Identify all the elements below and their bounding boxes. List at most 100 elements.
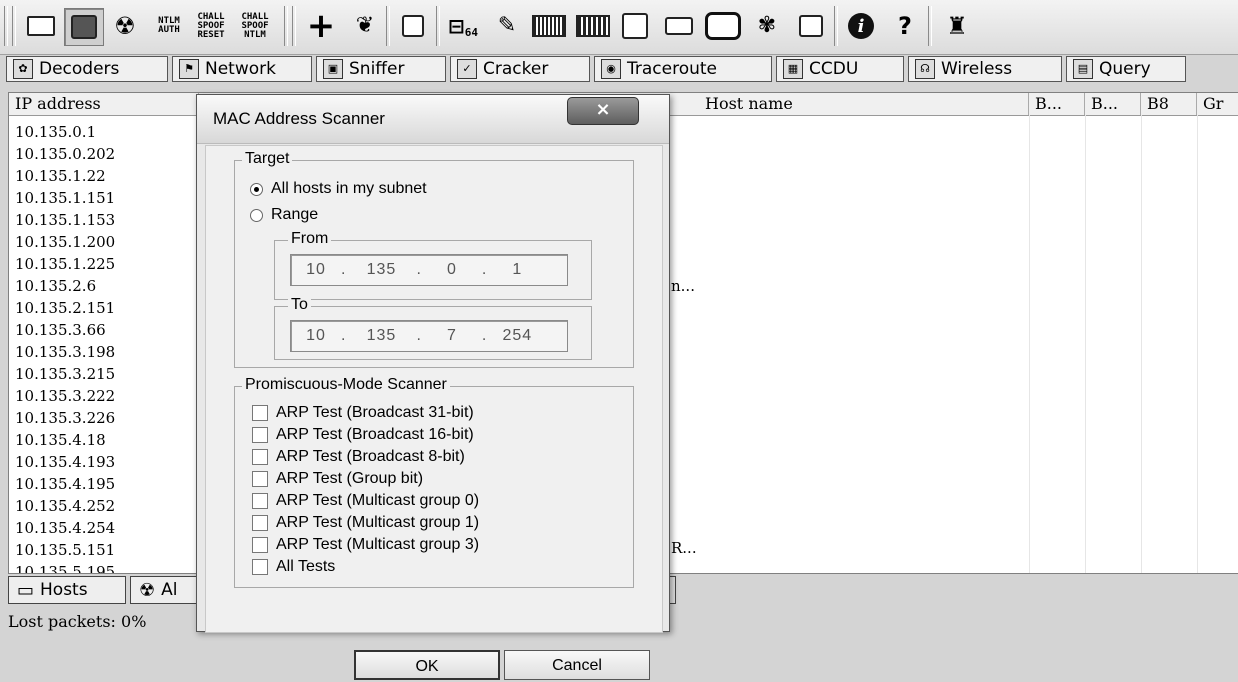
toolbar-separator	[284, 6, 288, 46]
host-name-partial: R...	[671, 539, 697, 557]
table-row[interactable]: 10.135.4.18	[9, 429, 115, 451]
tab-apr[interactable]: ☢ Al	[130, 576, 200, 604]
sniffer-icon[interactable]	[64, 8, 104, 46]
sniffer-tab-icon: ▣	[323, 59, 343, 79]
table-row[interactable]: 10.135.1.151	[9, 187, 115, 209]
table-row[interactable]: 10.135.5.195	[9, 561, 115, 573]
key-icon[interactable]	[792, 8, 830, 44]
wireless-tool-icon[interactable]: ✾	[748, 8, 786, 44]
table-row[interactable]: 10.135.3.66	[9, 319, 115, 341]
close-button[interactable]: ×	[567, 97, 639, 125]
tab-decoders[interactable]: ✿ Decoders	[6, 56, 168, 82]
chall-spoof-reset-icon[interactable]: CHALL SPOOF RESET	[192, 8, 230, 44]
table-row[interactable]: 10.135.3.198	[9, 341, 115, 363]
checkbox[interactable]	[252, 449, 268, 465]
tab-ccdu[interactable]: ▦ CCDU	[776, 56, 904, 82]
table-row[interactable]: 10.135.2.6	[9, 275, 115, 297]
test-checkbox-item[interactable]: ARP Test (Group bit)	[252, 470, 423, 488]
tab-label: Query	[1099, 59, 1151, 79]
tab-wireless[interactable]: ☊ Wireless	[908, 56, 1062, 82]
test-checkbox-item[interactable]: ARP Test (Broadcast 16-bit)	[252, 426, 474, 444]
tab-traceroute[interactable]: ◉ Traceroute	[594, 56, 772, 82]
tab-sniffer[interactable]: ▣ Sniffer	[316, 56, 446, 82]
tab-hosts[interactable]: ▭ Hosts	[8, 576, 126, 604]
reset-label: RESET	[197, 29, 225, 40]
table-row[interactable]: 10.135.0.202	[9, 143, 115, 165]
test-checkbox-item[interactable]: ARP Test (Multicast group 3)	[252, 536, 479, 554]
chall-spoof-ntlm-icon[interactable]: CHALL SPOOF NTLM	[236, 8, 274, 44]
folder-open-icon[interactable]	[22, 8, 60, 44]
base64-icon[interactable]: ⊟ 64	[444, 8, 482, 44]
checkbox[interactable]	[252, 427, 268, 443]
tab-label: CCDU	[809, 59, 859, 79]
column-ip-address[interactable]: IP address	[9, 93, 199, 115]
column-b1[interactable]: B...	[1029, 93, 1085, 115]
certificate-icon[interactable]: ❦	[346, 8, 384, 44]
to-ip-field[interactable]: 10. 135. 7. 254	[290, 320, 568, 352]
checkbox[interactable]	[252, 537, 268, 553]
dialog-titlebar[interactable]: MAC Address Scanner ×	[197, 95, 669, 144]
certificate-collector-icon[interactable]: ✎	[488, 8, 526, 44]
table-row[interactable]: 10.135.4.193	[9, 451, 115, 473]
table-row[interactable]: 10.135.4.252	[9, 495, 115, 517]
column-b8[interactable]: B8	[1141, 93, 1197, 115]
tab-query[interactable]: ▤ Query	[1066, 56, 1186, 82]
table-row[interactable]: 10.135.3.226	[9, 407, 115, 429]
checkbox[interactable]	[252, 405, 268, 421]
table-row[interactable]: 10.135.2.151	[9, 297, 115, 319]
checkbox[interactable]	[252, 493, 268, 509]
help-icon[interactable]: ?	[886, 8, 924, 44]
info-icon[interactable]: i	[842, 8, 880, 44]
test-checkbox-item[interactable]: ARP Test (Multicast group 1)	[252, 514, 479, 532]
nc-icon[interactable]	[616, 8, 654, 44]
column-gr[interactable]: Gr	[1197, 93, 1238, 115]
radio-button[interactable]	[250, 208, 263, 222]
test-checkbox-item[interactable]: ARP Test (Multicast group 0)	[252, 492, 479, 510]
card-reader-icon[interactable]	[660, 8, 698, 44]
table-row[interactable]: 10.135.1.225	[9, 253, 115, 275]
network-card-icon[interactable]	[394, 8, 432, 44]
checkbox[interactable]	[252, 471, 268, 487]
rounded-rect-icon[interactable]	[704, 8, 742, 44]
radio-all-hosts[interactable]: All hosts in my subnet	[250, 180, 427, 198]
table-row[interactable]: 10.135.1.22	[9, 165, 115, 187]
checkbox-label: ARP Test (Multicast group 3)	[276, 536, 480, 553]
table-row[interactable]: 10.135.0.1	[9, 121, 115, 143]
ntlm-auth-icon[interactable]: NTLM AUTH	[150, 8, 188, 44]
radiation-icon[interactable]: ☢	[106, 8, 144, 44]
column-host-name[interactable]: Host name	[699, 93, 1029, 115]
table-row[interactable]: 10.135.1.200	[9, 231, 115, 253]
table-row[interactable]: 10.135.3.222	[9, 385, 115, 407]
table-row[interactable]: 10.135.1.153	[9, 209, 115, 231]
traceroute-icon: ◉	[601, 59, 621, 79]
table-row[interactable]: 10.135.4.254	[9, 517, 115, 539]
packet-strip-icon[interactable]	[530, 8, 568, 44]
main-tabs: ✿ Decoders ⚑ Network ▣ Sniffer ✓ Cracker ◉ Tr…	[0, 56, 1238, 84]
toolbar-separator	[4, 6, 8, 46]
table-row[interactable]: 10.135.4.195	[9, 473, 115, 495]
radio-button-selected[interactable]	[250, 182, 263, 196]
plus-icon[interactable]: +	[302, 8, 340, 44]
tab-network[interactable]: ⚑ Network	[172, 56, 312, 82]
column-b2[interactable]: B...	[1085, 93, 1141, 115]
toolbar-separator	[834, 6, 838, 46]
cancel-button[interactable]: Cancel	[504, 650, 650, 680]
table-row[interactable]: 10.135.5.151	[9, 539, 115, 561]
ok-button[interactable]: OK	[354, 650, 500, 680]
table-row[interactable]: 10.135.3.215	[9, 363, 115, 385]
from-ip-field[interactable]: 10. 135. 0. 1	[290, 254, 568, 286]
test-checkbox-item[interactable]: All Tests	[252, 558, 335, 576]
test-checkbox-item[interactable]: ARP Test (Broadcast 8-bit)	[252, 448, 465, 466]
test-checkbox-item[interactable]: ARP Test (Broadcast 31-bit)	[252, 404, 474, 422]
checkbox[interactable]	[252, 515, 268, 531]
tab-label: Decoders	[39, 59, 120, 79]
cain-logo-icon[interactable]: ♜	[938, 8, 976, 44]
packet-strip-2-icon[interactable]	[574, 8, 612, 44]
checkbox[interactable]	[252, 559, 268, 575]
tab-cracker[interactable]: ✓ Cracker	[450, 56, 590, 82]
promiscuous-legend: Promiscuous-Mode Scanner	[242, 376, 450, 394]
tab-label: Traceroute	[627, 59, 718, 79]
radio-range[interactable]: Range	[250, 206, 318, 224]
column-divider	[1029, 115, 1030, 573]
query-icon: ▤	[1073, 59, 1093, 79]
